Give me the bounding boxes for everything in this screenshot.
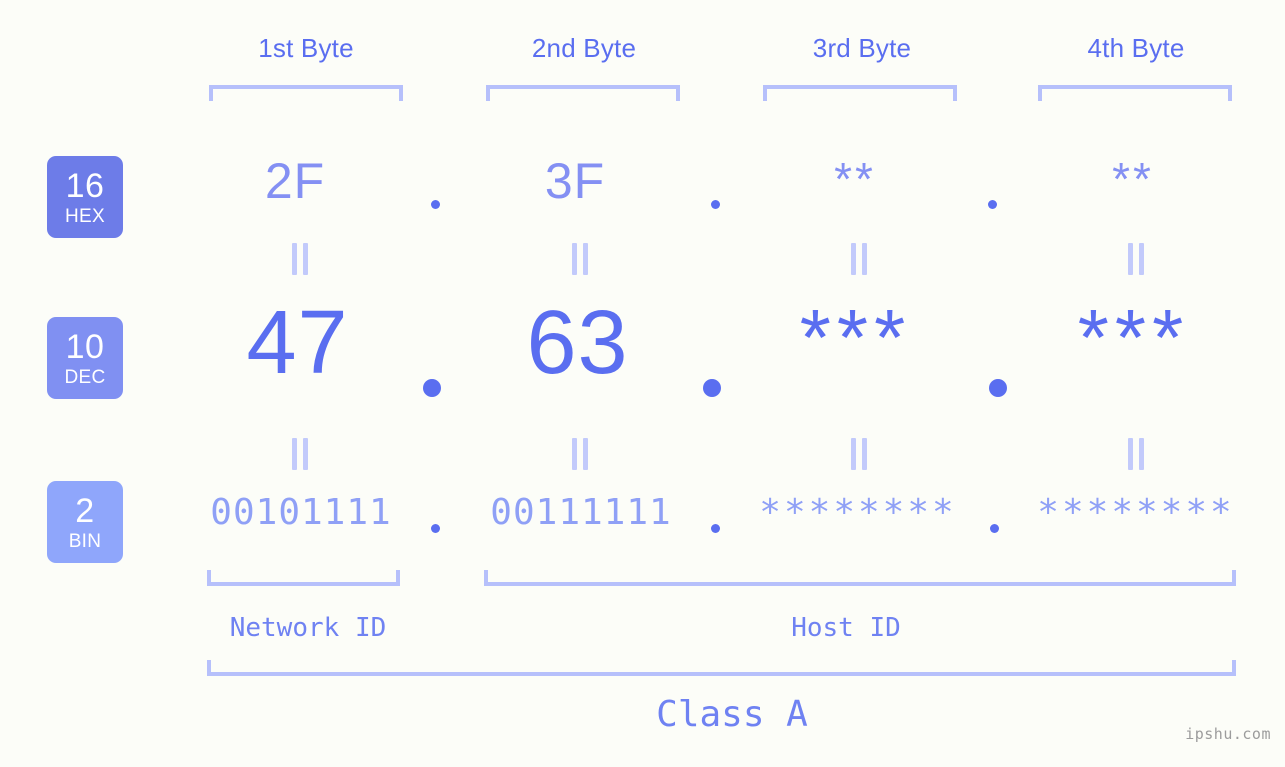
dec-value-byte-1: 47	[246, 293, 349, 393]
dec-dot-separator-3	[989, 379, 1007, 397]
ip-byte-diagram: 1st Byte 2nd Byte 3rd Byte 4th Byte 16 H…	[0, 0, 1285, 767]
equals-connector-hex-dec-2	[570, 243, 592, 275]
byte-header-4: 4th Byte	[1087, 33, 1185, 63]
equals-connector-hex-dec-3	[849, 243, 871, 275]
base-badge-hex: 16 HEX	[47, 156, 123, 238]
byte-header-3: 3rd Byte	[812, 33, 912, 63]
bin-value-byte-3: ********	[759, 492, 957, 533]
base-badge-bin-number: 2	[75, 491, 95, 530]
hex-dot-separator-2	[711, 200, 720, 209]
base-badge-dec-number: 10	[65, 327, 105, 366]
dec-value-byte-2: 63	[526, 293, 629, 393]
hex-value-byte-4: **	[1112, 153, 1154, 205]
dec-value-byte-3: ***	[799, 293, 912, 382]
byte-bracket-top-3	[763, 85, 957, 101]
equals-connector-dec-bin-4	[1126, 438, 1148, 470]
bin-dot-separator-2	[711, 524, 720, 533]
equals-connector-dec-bin-3	[849, 438, 871, 470]
base-badge-bin: 2 BIN	[47, 481, 123, 563]
dec-value-byte-4: ***	[1077, 293, 1190, 382]
byte-bracket-top-1	[209, 85, 403, 101]
base-badge-dec-label: DEC	[64, 366, 106, 388]
equals-connector-dec-bin-2	[570, 438, 592, 470]
byte-bracket-top-2	[486, 85, 680, 101]
site-watermark: ipshu.com	[1185, 725, 1271, 743]
byte-bracket-top-4	[1038, 85, 1232, 101]
network-id-label: Network ID	[229, 613, 387, 643]
class-bracket	[207, 660, 1236, 676]
bin-value-byte-1: 00101111	[210, 492, 392, 533]
bin-dot-separator-1	[431, 524, 440, 533]
bin-dot-separator-3	[990, 524, 999, 533]
host-id-label: Host ID	[791, 613, 901, 643]
base-badge-dec: 10 DEC	[47, 317, 123, 399]
dec-dot-separator-2	[703, 379, 721, 397]
bin-value-byte-4: ********	[1037, 492, 1235, 533]
base-badge-hex-number: 16	[65, 166, 105, 205]
bin-value-byte-2: 00111111	[490, 492, 672, 533]
dec-dot-separator-1	[423, 379, 441, 397]
equals-connector-dec-bin-1	[290, 438, 312, 470]
hex-value-byte-2: 3F	[544, 153, 606, 209]
hex-value-byte-1: 2F	[264, 153, 326, 209]
base-badge-hex-label: HEX	[65, 205, 105, 227]
hex-dot-separator-1	[431, 200, 440, 209]
equals-connector-hex-dec-4	[1126, 243, 1148, 275]
class-label: Class A	[656, 694, 808, 735]
base-badge-bin-label: BIN	[68, 530, 102, 552]
hex-dot-separator-3	[988, 200, 997, 209]
network-id-bracket	[207, 570, 400, 586]
equals-connector-hex-dec-1	[290, 243, 312, 275]
hex-value-byte-3: **	[834, 153, 876, 205]
byte-header-2: 2nd Byte	[531, 33, 637, 63]
byte-header-1: 1st Byte	[258, 33, 354, 63]
host-id-bracket	[484, 570, 1236, 586]
